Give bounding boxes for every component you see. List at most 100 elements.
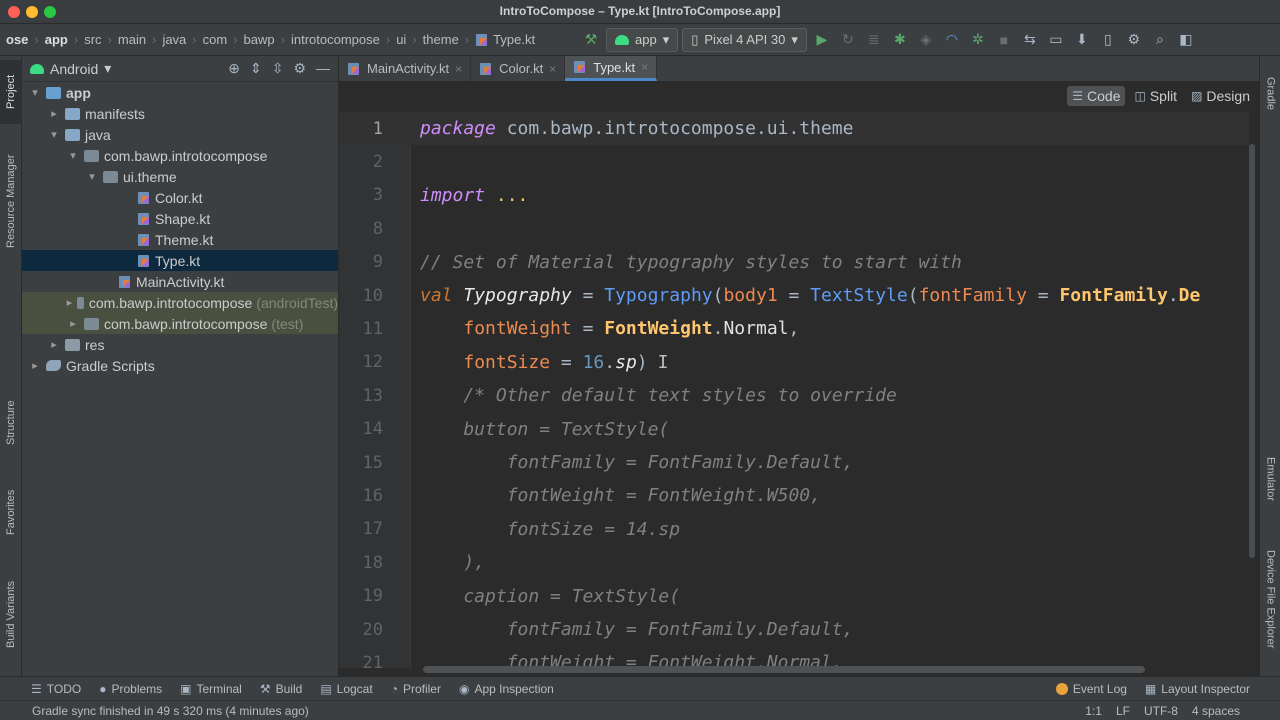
editor-tab[interactable]: Type.kt ×	[565, 56, 658, 81]
tree-item[interactable]: ▾ ui.theme	[22, 166, 338, 187]
tree-item[interactable]: ▾ com.bawp.introtocompose	[22, 145, 338, 166]
chevron-down-icon[interactable]: ▾	[66, 149, 80, 162]
tool-window-resource-manager-tab[interactable]: Resource Manager	[0, 136, 22, 266]
chevron-down-icon[interactable]: ▾	[47, 128, 61, 141]
gear-icon[interactable]: ⚙	[293, 60, 306, 77]
file-encoding[interactable]: UTF-8	[1144, 704, 1178, 718]
attach-debugger-icon[interactable]: ✲	[967, 29, 989, 51]
view-mode-split-button[interactable]: ◫ Split	[1129, 86, 1182, 106]
close-icon[interactable]: ×	[455, 62, 462, 76]
run-coverage-icon[interactable]: ◈	[915, 29, 937, 51]
chevron-right-icon[interactable]: ▸	[66, 296, 73, 309]
bottom-tools-right: Event Log ▦ Layout Inspector	[1047, 682, 1280, 696]
tool-window-build-variants-tab[interactable]: Build Variants	[0, 566, 22, 662]
view-mode-design-button[interactable]: ▨ Design	[1186, 86, 1255, 106]
tool-tab-todo[interactable]: ☰ TODO	[22, 682, 90, 696]
view-mode-code-button[interactable]: ☰ Code	[1067, 86, 1126, 106]
chevron-down-icon[interactable]: ▾	[85, 170, 99, 183]
settings-icon[interactable]: ⚙	[1123, 29, 1145, 51]
tool-tab-profiler[interactable]: ◔ Profiler	[382, 682, 450, 696]
chevron-right-icon[interactable]: ▸	[66, 317, 80, 330]
status-message[interactable]: Gradle sync finished in 49 s 320 ms (4 m…	[0, 704, 309, 718]
apply-code-changes-icon[interactable]: ≣	[863, 29, 885, 51]
logcat-icon: ▤	[320, 681, 332, 696]
editor-tab[interactable]: MainActivity.kt ×	[339, 56, 472, 81]
breadcrumb-item[interactable]: bawp	[238, 32, 281, 47]
horizontal-scrollbar[interactable]	[423, 666, 1145, 673]
tree-item[interactable]: Type.kt	[22, 250, 338, 271]
tool-tab-app-inspection[interactable]: ◉ App Inspection	[450, 682, 563, 696]
layout-inspector-tab[interactable]: ▦ Layout Inspector	[1136, 682, 1280, 696]
tree-item[interactable]: Theme.kt	[22, 229, 338, 250]
tool-tab-terminal[interactable]: ▣ Terminal	[171, 682, 251, 696]
search-icon[interactable]: ⌕	[1149, 29, 1171, 51]
tool-window-device-file-explorer-tab[interactable]: Device File Explorer	[1260, 534, 1280, 664]
avd-manager-icon[interactable]: ▭	[1045, 29, 1067, 51]
tree-item-label: manifests	[85, 105, 145, 122]
chevron-down-icon[interactable]: ▾	[28, 86, 42, 99]
run-configuration-select[interactable]: app ▾	[606, 27, 679, 52]
code-text: // Set of Material typography styles to …	[420, 252, 962, 273]
caret-position[interactable]: 1:1	[1085, 704, 1102, 718]
breadcrumb-item[interactable]: Type.kt	[469, 32, 541, 47]
editor-tab[interactable]: Color.kt ×	[471, 56, 566, 81]
code-text: fontWeight = FontWeight.W500,	[420, 485, 821, 506]
ide-features-icon[interactable]: ◧	[1175, 29, 1197, 51]
locate-file-icon[interactable]: ⊕	[228, 60, 240, 77]
breadcrumb-item[interactable]: introtocompose	[285, 32, 386, 47]
resources-folder-icon	[65, 338, 80, 351]
tree-item[interactable]: ▸ com.bawp.introtocompose (androidTest)	[22, 292, 338, 313]
breadcrumb-item[interactable]: ose	[0, 32, 34, 47]
device-select[interactable]: ▯ Pixel 4 API 30 ▾	[682, 27, 807, 52]
chevron-right-icon[interactable]: ▸	[47, 338, 61, 351]
tool-tab-build[interactable]: ⚒ Build	[251, 682, 311, 696]
breadcrumb-item[interactable]: src	[78, 32, 107, 47]
stop-icon[interactable]: ■	[993, 29, 1015, 51]
hide-panel-icon[interactable]: —	[316, 60, 330, 77]
breadcrumb-item[interactable]: java	[156, 32, 192, 47]
tool-window-project-tab[interactable]: Project	[0, 60, 22, 124]
collapse-all-icon[interactable]: ⇳	[272, 60, 284, 77]
make-project-hammer-icon[interactable]: ⚒	[580, 29, 602, 51]
tree-item[interactable]: Color.kt	[22, 187, 338, 208]
debug-bug-icon[interactable]: ✱	[889, 29, 911, 51]
close-icon[interactable]: ×	[641, 60, 648, 74]
tree-item[interactable]: MainActivity.kt	[22, 271, 338, 292]
tree-item[interactable]: ▾ app	[22, 82, 338, 103]
run-icon[interactable]: ▶	[811, 29, 833, 51]
tool-tab-label: Build	[275, 681, 303, 696]
project-view-select[interactable]: Android ▾	[30, 60, 111, 77]
breadcrumb-item[interactable]: ui	[390, 32, 412, 47]
tree-item[interactable]: Shape.kt	[22, 208, 338, 229]
apply-changes-restart-icon[interactable]: ↻	[837, 29, 859, 51]
tool-tab-problems[interactable]: ● Problems	[90, 682, 171, 696]
tool-window-gradle-tab[interactable]: Gradle	[1260, 66, 1280, 122]
expand-all-icon[interactable]: ⇕	[250, 60, 262, 77]
tree-item[interactable]: ▸ com.bawp.introtocompose (test)	[22, 313, 338, 334]
profile-gauge-icon[interactable]: ◠	[941, 29, 963, 51]
tree-item[interactable]: ▾ java	[22, 124, 338, 145]
sync-gradle-icon[interactable]: ⇆	[1019, 29, 1041, 51]
indent-setting[interactable]: 4 spaces	[1192, 704, 1240, 718]
tool-tab-logcat[interactable]: ▤ Logcat	[311, 682, 381, 696]
tool-window-emulator-tab[interactable]: Emulator	[1260, 444, 1280, 514]
breadcrumb-item[interactable]: app	[39, 32, 74, 47]
breadcrumb-item[interactable]: theme	[417, 32, 465, 47]
close-icon[interactable]: ×	[549, 62, 556, 76]
line-separator[interactable]: LF	[1116, 704, 1130, 718]
breadcrumb-item[interactable]: main	[112, 32, 152, 47]
chevron-right-icon[interactable]: ▸	[28, 359, 42, 372]
tool-window-favorites-tab[interactable]: Favorites	[0, 476, 22, 548]
tree-item[interactable]: ▸ manifests	[22, 103, 338, 124]
event-log-tab[interactable]: Event Log	[1047, 682, 1136, 696]
code-area[interactable]: 1 package com.bawp.introtocompose.ui.them…	[339, 112, 1249, 668]
code-line: 21 fontWeight = FontWeight.Normal,	[339, 646, 1249, 668]
chevron-right-icon[interactable]: ▸	[47, 107, 61, 120]
breadcrumb-item[interactable]: com	[197, 32, 234, 47]
tree-item[interactable]: ▸ Gradle Scripts	[22, 355, 338, 376]
device-manager-icon[interactable]: ▯	[1097, 29, 1119, 51]
vertical-scrollbar[interactable]	[1249, 144, 1255, 558]
tree-item[interactable]: ▸ res	[22, 334, 338, 355]
sdk-manager-icon[interactable]: ⬇	[1071, 29, 1093, 51]
tool-window-structure-tab[interactable]: Structure	[0, 386, 22, 460]
